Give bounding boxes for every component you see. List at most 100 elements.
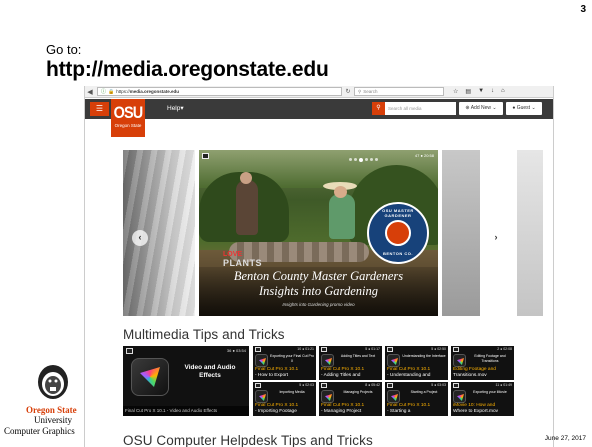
star-icon[interactable]: ☆ bbox=[453, 88, 458, 95]
featured-carousel: OSU MASTER GARDENER BENTON CO. LOVE PLAN… bbox=[85, 150, 553, 316]
carousel-caption-title: Benton County Master Gardeners bbox=[233, 269, 404, 283]
final-cut-pro-icon bbox=[321, 390, 334, 403]
final-cut-pro-icon bbox=[387, 354, 400, 367]
seal-text-bottom: BENTON CO. bbox=[382, 251, 414, 256]
master-gardener-seal-center bbox=[385, 220, 411, 246]
final-cut-pro-icon bbox=[255, 390, 268, 403]
video-tile-thumb-title: Importing Media bbox=[279, 390, 305, 394]
video-tile[interactable]: 10 ● 01:21 Exporting your Final Cut Pro X… bbox=[253, 346, 316, 380]
video-badge-icon bbox=[126, 348, 133, 354]
footer-university: University bbox=[34, 415, 72, 425]
video-tile[interactable]: 5 ● 02:03 Importing Media Final Cut Pro X … bbox=[253, 382, 316, 416]
gardener-right bbox=[329, 194, 355, 239]
love-plants-love: LOVE bbox=[223, 251, 243, 258]
gardener-left bbox=[236, 180, 258, 235]
video-tile-caption-line2: - Starting a bbox=[387, 409, 411, 414]
user-icon: ● bbox=[512, 105, 516, 111]
video-tile[interactable]: 11 ● 01:49 Exporting your iMovie iMovie 10… bbox=[451, 382, 514, 416]
video-tile-thumb-title: Editing Footage and Transitions bbox=[474, 354, 506, 363]
pocket-icon[interactable]: ▼ bbox=[478, 88, 484, 95]
footer-oregon-state: Oregon State bbox=[26, 405, 77, 415]
video-tile-meta: 5 ● 01:17 bbox=[365, 347, 380, 351]
chevron-right-icon[interactable]: › bbox=[488, 230, 504, 246]
multimedia-section-title[interactable]: Multimedia Tips and Tricks bbox=[123, 327, 285, 342]
video-tile-caption-line2: - How to Export bbox=[255, 373, 289, 378]
download-icon[interactable]: ↓ bbox=[491, 88, 494, 95]
carousel-next-slide[interactable] bbox=[442, 150, 480, 316]
featured-video-tile[interactable]: 36 ● 03:54 Video and Audio Effects Final… bbox=[123, 346, 249, 416]
browser-search-box[interactable]: ⚲ Search bbox=[354, 87, 444, 96]
chevron-down-icon: ⌄ bbox=[531, 105, 536, 111]
url-title[interactable]: http://media.oregonstate.edu bbox=[46, 58, 329, 82]
video-badge-icon bbox=[453, 383, 459, 388]
plus-circle-icon: ⊕ bbox=[465, 105, 470, 111]
video-tile-caption: iMovie 10: How and bbox=[453, 403, 496, 408]
reading-list-icon[interactable]: ▤ bbox=[465, 88, 471, 95]
reload-icon[interactable]: ↻ bbox=[342, 88, 354, 95]
carousel-main-slide[interactable]: OSU MASTER GARDENER BENTON CO. LOVE PLAN… bbox=[199, 150, 438, 316]
video-tile[interactable]: 5 ● 01:17 Adding Titles and Text Final Cut… bbox=[319, 346, 382, 380]
gardener-left-head bbox=[240, 172, 252, 184]
search-icon: ⚲ bbox=[358, 88, 362, 94]
final-cut-pro-icon bbox=[387, 390, 400, 403]
video-tile-meta: 2 ● 02:08 bbox=[497, 347, 512, 351]
final-cut-pro-icon bbox=[131, 358, 169, 396]
osu-logo-text: OSU bbox=[113, 103, 144, 122]
guest-button[interactable]: ● Guest ⌄ bbox=[506, 102, 542, 115]
featured-video-caption: Final Cut Pro X 10.1 - Video and Audio E… bbox=[123, 406, 249, 416]
video-tile[interactable]: 5 ● 03:03 Starting a Project Final Cut Pro… bbox=[385, 382, 448, 416]
browser-nav-bar: ◀ ⓘ 🔒 https://media.oregonstate.edu ↻ ⚲ … bbox=[85, 86, 553, 98]
address-bar[interactable]: ⓘ 🔒 https://media.oregonstate.edu bbox=[97, 87, 342, 96]
video-badge-icon bbox=[255, 383, 261, 388]
video-badge-icon bbox=[387, 383, 393, 388]
carousel-dot[interactable] bbox=[349, 158, 352, 161]
video-badge-icon bbox=[453, 347, 459, 352]
carousel-dot[interactable] bbox=[370, 158, 373, 161]
video-tile-meta: 5 ● 02:03 bbox=[299, 383, 314, 387]
carousel-next-slide-far[interactable] bbox=[517, 150, 543, 316]
final-cut-pro-icon bbox=[453, 354, 466, 367]
address-host: media.oregonstate.edu bbox=[129, 89, 180, 94]
video-tile[interactable]: 2 ● 02:08 Editing Footage and Transitions… bbox=[451, 346, 514, 380]
video-tile-thumb-title: Exporting your iMovie bbox=[473, 390, 507, 394]
carousel-caption-description: Insights into Gardening promo video bbox=[282, 302, 355, 307]
carousel-dots bbox=[349, 158, 378, 162]
search-icon[interactable]: ⚲ bbox=[372, 102, 385, 115]
help-menu[interactable]: Help▾ bbox=[167, 104, 184, 112]
carousel-caption-subtitle: Insights into Gardening bbox=[259, 284, 378, 298]
video-tile-caption-line2: - Adding Titles and bbox=[321, 373, 361, 378]
carousel-dot[interactable] bbox=[375, 158, 378, 161]
chevron-left-icon[interactable]: ‹ bbox=[132, 230, 148, 246]
video-badge-icon bbox=[202, 153, 209, 159]
final-cut-pro-icon bbox=[255, 354, 268, 367]
video-tile-meta: 10 ● 01:21 bbox=[297, 347, 314, 351]
info-icon: ⓘ bbox=[101, 89, 107, 95]
osu-beaver-logo-icon bbox=[38, 365, 68, 399]
video-tile-thumb-title: Adding Titles and Text bbox=[340, 354, 376, 358]
carousel-dot[interactable] bbox=[365, 158, 368, 161]
osu-logo[interactable]: OSU Oregon State bbox=[111, 99, 145, 137]
carousel-dot[interactable] bbox=[354, 158, 357, 161]
goto-label: Go to: bbox=[46, 42, 82, 57]
video-tile[interactable]: 5 ● 02:50 Understanding the Interface Fina… bbox=[385, 346, 448, 380]
footer-date: June 27, 2017 bbox=[544, 435, 586, 442]
back-arrow-icon[interactable]: ◀ bbox=[85, 88, 95, 96]
home-icon[interactable]: ⌂ bbox=[501, 88, 505, 95]
video-tile[interactable]: 8 ● 05:42 Managing Projects Final Cut Pro … bbox=[319, 382, 382, 416]
video-tile-caption: Final Cut Pro X 10.1 bbox=[255, 367, 299, 372]
carousel-dot-active[interactable] bbox=[359, 158, 363, 162]
video-badge-icon bbox=[255, 347, 261, 352]
hamburger-menu-button[interactable]: ☰ bbox=[90, 102, 109, 116]
featured-video-meta: 36 ● 03:54 bbox=[226, 348, 246, 353]
helpdesk-section-title[interactable]: OSU Computer Helpdesk Tips and Tricks bbox=[123, 433, 373, 447]
video-tile-caption: Final Cut Pro X 10.1 bbox=[321, 403, 365, 408]
video-tile-caption-line2: Where to Export.mov bbox=[453, 409, 499, 414]
video-tile-caption-line2: - Managing Project bbox=[321, 409, 362, 414]
add-new-label: Add New bbox=[470, 105, 492, 111]
final-cut-pro-icon bbox=[453, 390, 466, 403]
add-new-button[interactable]: ⊕ Add New ⌄ bbox=[459, 102, 503, 115]
site-search-input[interactable]: ⚲ Search all media bbox=[372, 102, 456, 115]
video-tile-caption-line2: - Understanding and bbox=[387, 373, 431, 378]
carousel-meta: 47 ● 20:58 bbox=[414, 153, 434, 158]
video-tile-thumb-title: Managing Projects bbox=[343, 390, 373, 394]
